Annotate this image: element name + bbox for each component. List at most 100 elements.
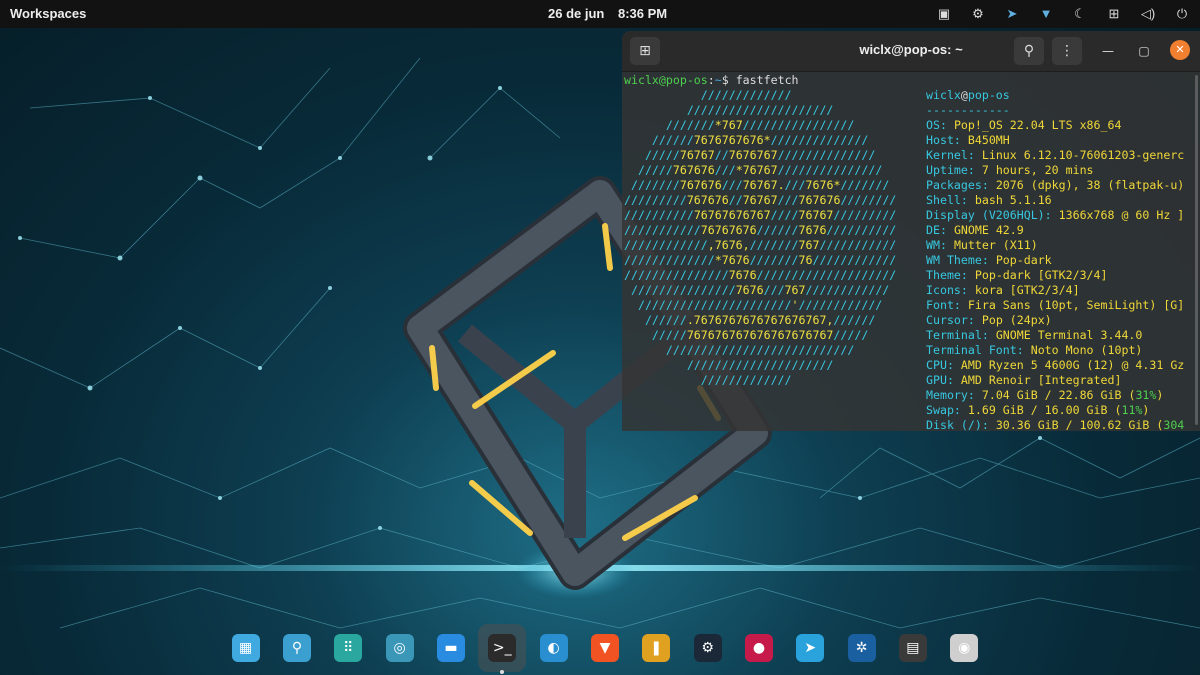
dock-item[interactable]: ▤ — [889, 624, 937, 672]
dock-item[interactable]: ◉ — [940, 624, 988, 672]
dock-item[interactable]: ⠿ — [324, 624, 372, 672]
info-colon: : — [1016, 343, 1031, 357]
info-colon: : — [939, 118, 954, 132]
raspberry-pi-imager-icon: ● — [744, 633, 773, 662]
dock-item[interactable]: ◐ — [530, 624, 578, 672]
dock-item[interactable]: ✲ — [838, 624, 886, 672]
info-row: Display (V206HQL): 1366x768 @ 60 Hz ] — [926, 208, 1184, 223]
info-value: Pop (24px) — [981, 313, 1052, 327]
info-colon: : — [967, 148, 982, 162]
info-row: WM: Mutter (X11) — [926, 238, 1038, 253]
telegram-icon[interactable]: ➤ — [1002, 4, 1022, 24]
info-percent: 31% — [1135, 388, 1157, 402]
dock-item[interactable]: >_ — [478, 623, 527, 674]
info-colon: : — [1044, 208, 1059, 222]
info-key: Swap — [926, 403, 954, 417]
info-row: CPU: AMD Ryzen 5 4600G (12) @ 4.31 Gz — [926, 358, 1184, 373]
info-row: Terminal: GNOME Terminal 3.44.0 — [926, 328, 1142, 343]
info-value: GNOME Terminal 3.44.0 — [995, 328, 1143, 342]
info-value: Pop!_OS 22.04 LTS x86_64 — [953, 118, 1122, 132]
info-row: GPU: AMD Renoir [Integrated] — [926, 373, 1121, 388]
prompt-path: ~ — [714, 73, 722, 87]
info-row: Disk (/): 30.36 GiB / 100.62 GiB (304 — [926, 418, 1184, 431]
steam-icon: ⚙ — [693, 633, 722, 662]
logo-line: //////////////////////'//////////// — [624, 298, 883, 312]
vpn-shield-icon[interactable]: ▼ — [1036, 4, 1056, 24]
terminal-window[interactable]: ⊞ wiclx@pop-os: ~ ⚲ ⋮ — ▢ ✕ wiclx@pop-os… — [622, 31, 1200, 431]
dock-item[interactable]: ▦ — [222, 624, 270, 672]
info-value: 7.04 GiB / 22.86 GiB — [981, 388, 1122, 402]
logo-line: //////.7676767676767676767,////// — [624, 313, 876, 327]
terminal-scrollbar[interactable] — [1195, 75, 1198, 425]
minimize-button[interactable]: — — [1098, 41, 1118, 61]
info-paren: ( — [1107, 403, 1122, 417]
info-key: Cursor — [926, 313, 968, 327]
files-icon: ▬ — [436, 633, 465, 662]
dock-item[interactable]: ➤ — [786, 624, 834, 672]
info-colon: : — [967, 388, 982, 402]
info-key: WM — [926, 238, 940, 252]
info-value: GNOME 42.9 — [953, 223, 1024, 237]
screen-share-icon[interactable]: ▣ — [934, 4, 954, 24]
info-colon: : — [967, 163, 982, 177]
dock-item[interactable]: ⚲ — [273, 624, 321, 672]
info-header: wiclx@pop-os — [926, 88, 1010, 103]
info-row: DE: GNOME 42.9 — [926, 223, 1024, 238]
info-colon: : — [939, 223, 954, 237]
network-icon[interactable]: ⊞ — [1104, 4, 1124, 24]
dock-item[interactable]: ▬ — [427, 624, 475, 672]
info-key: Theme — [926, 268, 961, 282]
drive-icon: ◉ — [950, 633, 979, 662]
info-row: Host: B450MH — [926, 133, 1010, 148]
info-key: Font — [926, 298, 954, 312]
logo-line: //////7676767676*////////////// — [624, 133, 869, 147]
maximize-button[interactable]: ▢ — [1134, 41, 1154, 61]
close-button[interactable]: ✕ — [1170, 40, 1190, 60]
system-monitor-icon: ▤ — [898, 633, 927, 662]
menu-button[interactable]: ⋮ — [1052, 37, 1082, 65]
command-text: fastfetch — [735, 73, 799, 87]
info-key: Icons — [926, 283, 961, 297]
dock-item[interactable]: ❚ — [632, 624, 680, 672]
info-row: Cursor: Pop (24px) — [926, 313, 1052, 328]
info-colon: : — [960, 268, 975, 282]
logo-line: /////////////////////////// — [624, 343, 855, 357]
clock-button[interactable]: 26 de jun 8:36 PM — [548, 6, 677, 21]
brave-icon: ▼ — [590, 633, 619, 662]
info-value: bash 5.1.16 — [974, 193, 1052, 207]
terminal-titlebar[interactable]: ⊞ wiclx@pop-os: ~ ⚲ ⋮ — ▢ ✕ — [622, 31, 1200, 72]
info-key: Display (V206HQL) — [926, 208, 1045, 222]
protonvpn-icon: ❚ — [642, 633, 671, 662]
info-value: Pop-dark [GTK2/3/4] — [974, 268, 1108, 282]
workspaces-button[interactable]: Workspaces — [10, 6, 86, 21]
app-grid-icon: ⠿ — [334, 633, 363, 662]
dock-item[interactable]: ◎ — [376, 624, 424, 672]
info-value: 30.36 GiB / 100.62 GiB — [995, 418, 1150, 431]
dock: ▦ ⚲ ⠿ ◎ ▬ >_ ◐ ▼ ❚ ⚙ ● ➤ ✲ ▤ ◉ — [220, 620, 990, 675]
info-value: 1366x768 @ 60 Hz ] — [1058, 208, 1185, 222]
dock-item[interactable]: ⚙ — [684, 624, 732, 672]
steam-icon[interactable]: ⚙ — [968, 4, 988, 24]
logo-line: /////////////*7676///////76//////////// — [624, 253, 897, 267]
logo-line: //////////76767676767////76767///////// — [624, 208, 897, 222]
info-key: CPU — [926, 358, 947, 372]
prompt-symbol: $ — [721, 73, 736, 87]
volume-icon[interactable]: ◁) — [1138, 4, 1158, 24]
date-label: 26 de jun — [548, 6, 605, 21]
info-key: Memory — [926, 388, 968, 402]
dock-item[interactable]: ▼ — [581, 624, 629, 672]
info-key: Terminal Font — [926, 343, 1017, 357]
logo-line: ///////////////7676//////////////////// — [624, 268, 897, 282]
search-button[interactable]: ⚲ — [1014, 37, 1044, 65]
dock-item[interactable]: ● — [735, 624, 783, 672]
info-row: Shell: bash 5.1.16 — [926, 193, 1052, 208]
info-colon: : — [960, 193, 975, 207]
info-colon: : — [953, 298, 968, 312]
logo-line: ///////////////////// — [624, 103, 834, 117]
night-light-icon[interactable]: ☾ — [1070, 4, 1090, 24]
power-icon[interactable]: ⏻ — [1172, 4, 1192, 24]
info-value: Pop-dark — [995, 253, 1052, 267]
info-value: AMD Renoir [Integrated] — [960, 373, 1122, 387]
info-key: Terminal — [926, 328, 982, 342]
terminal-icon: >_ — [488, 633, 517, 662]
